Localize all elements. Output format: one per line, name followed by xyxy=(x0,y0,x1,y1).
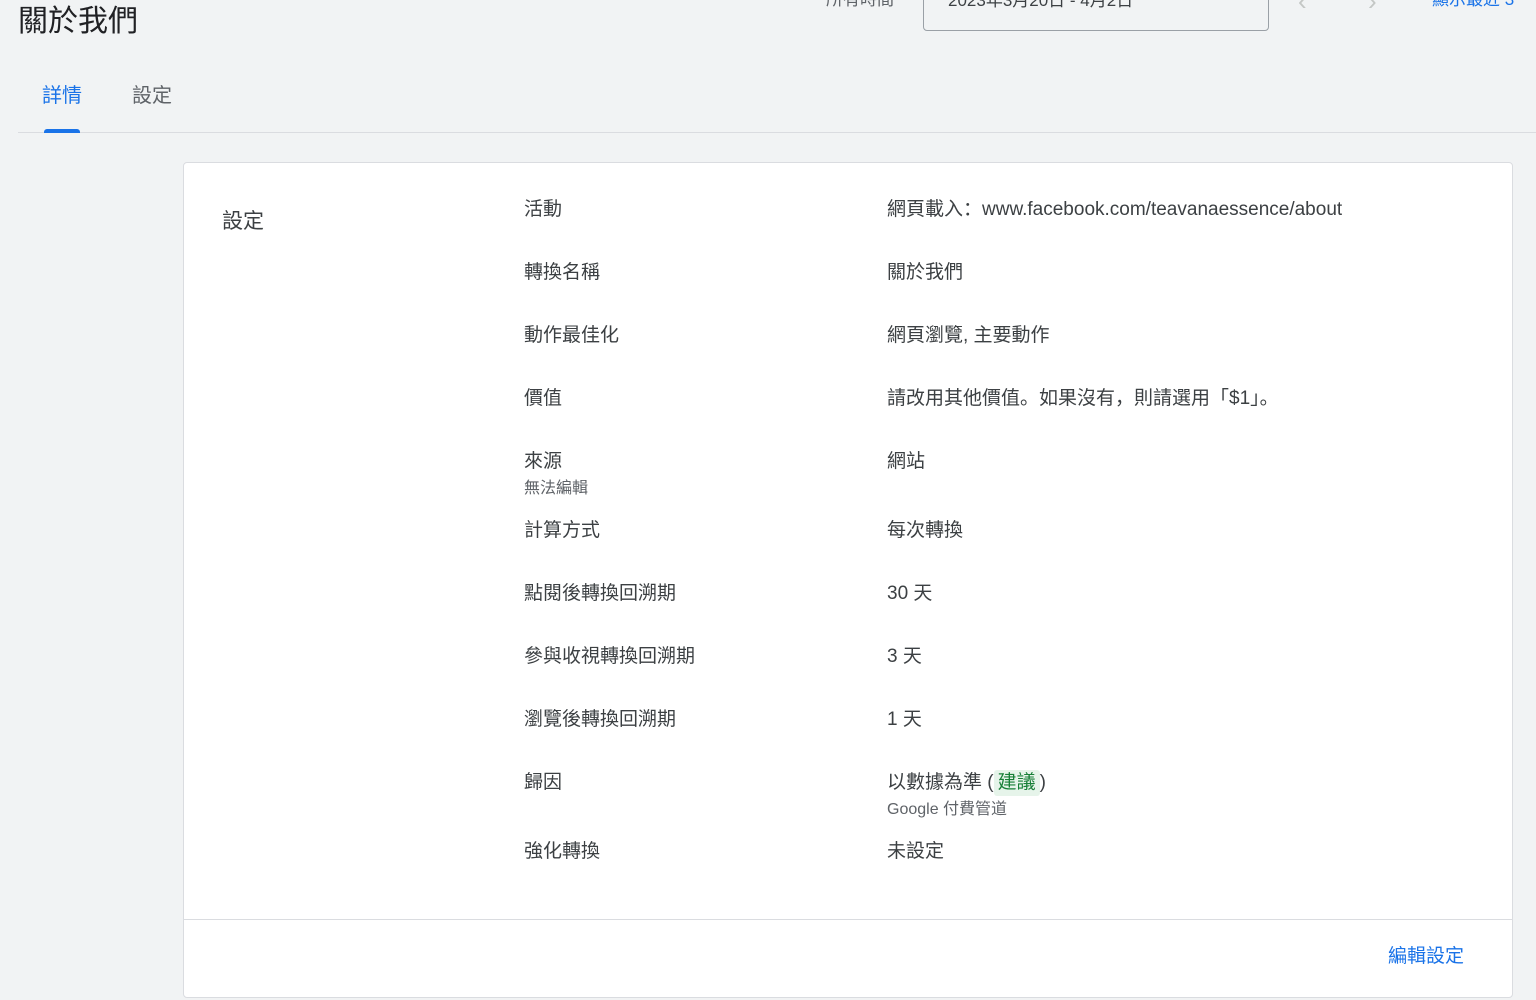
date-range-label: 所有時間 xyxy=(826,0,894,12)
recommended-badge: 建議 xyxy=(993,770,1040,796)
tab-settings[interactable]: 設定 xyxy=(132,82,172,110)
card-divider xyxy=(184,919,1512,920)
edit-settings-button[interactable]: 編輯設定 xyxy=(1388,943,1464,971)
settings-card: 設定 活動 網頁載入：www.facebook.com/teavanaessen… xyxy=(183,162,1513,998)
row-value-action-optimization: 網頁瀏覽, 主要動作 xyxy=(887,325,1050,346)
active-tab-indicator xyxy=(44,129,80,133)
row-value-value: 請改用其他價值。如果沒有，則請選用「$1」。 xyxy=(887,388,1279,409)
row-value-attribution: 以數據為準 (建議) xyxy=(887,769,1046,797)
row-label-enhanced-conversions: 強化轉換 xyxy=(524,841,601,862)
row-value-conversion-name: 關於我們 xyxy=(887,262,964,283)
row-value-activity: 網頁載入：www.facebook.com/teavanaessence/abo… xyxy=(887,199,1343,220)
show-recent-link[interactable]: 顯示最近 3 xyxy=(1432,0,1514,12)
page: 關於我們 所有時間 2023年3月20日 - 4月2日 ▼ ‹ › 顯示最近 3… xyxy=(0,0,1536,1000)
row-label-engaged-view-window: 參與收視轉換回溯期 xyxy=(524,646,696,667)
date-range-select[interactable]: 2023年3月20日 - 4月2日 ▼ xyxy=(923,0,1269,31)
row-sublabel-source: 無法編輯 xyxy=(524,480,589,497)
row-value-counting: 每次轉換 xyxy=(887,520,964,541)
attribution-model: 以數據為準 ( xyxy=(887,772,994,793)
row-value-source: 網站 xyxy=(887,451,926,472)
section-label: 設定 xyxy=(222,210,264,233)
row-value-sub-attribution: Google 付費管道 xyxy=(887,801,1008,818)
row-label-view-through-window: 瀏覽後轉換回溯期 xyxy=(524,709,677,730)
chevron-down-icon: ▼ xyxy=(1228,0,1240,1)
row-value-enhanced-conversions: 未設定 xyxy=(887,841,945,862)
chevron-left-icon[interactable]: ‹ xyxy=(1298,0,1307,16)
row-label-click-through-window: 點閱後轉換回溯期 xyxy=(524,583,677,604)
tab-bar: 詳情 設定 xyxy=(18,64,1536,133)
page-title: 關於我們 xyxy=(18,5,138,38)
row-label-activity: 活動 xyxy=(524,199,563,220)
row-label-attribution: 歸因 xyxy=(524,772,563,793)
row-label-action-optimization: 動作最佳化 xyxy=(524,325,620,346)
row-value-click-through-window: 30 天 xyxy=(887,583,933,604)
tab-details[interactable]: 詳情 xyxy=(42,82,82,110)
row-value-engaged-view-window: 3 天 xyxy=(887,646,922,667)
row-value-view-through-window: 1 天 xyxy=(887,709,922,730)
row-label-source: 來源 xyxy=(524,451,563,472)
row-label-conversion-name: 轉換名稱 xyxy=(524,262,601,283)
row-label-counting: 計算方式 xyxy=(524,520,601,541)
date-range-value: 2023年3月20日 - 4月2日 xyxy=(948,0,1134,10)
chevron-right-icon[interactable]: › xyxy=(1368,0,1377,16)
attribution-close-paren: ) xyxy=(1039,772,1046,793)
row-label-value: 價值 xyxy=(524,388,563,409)
